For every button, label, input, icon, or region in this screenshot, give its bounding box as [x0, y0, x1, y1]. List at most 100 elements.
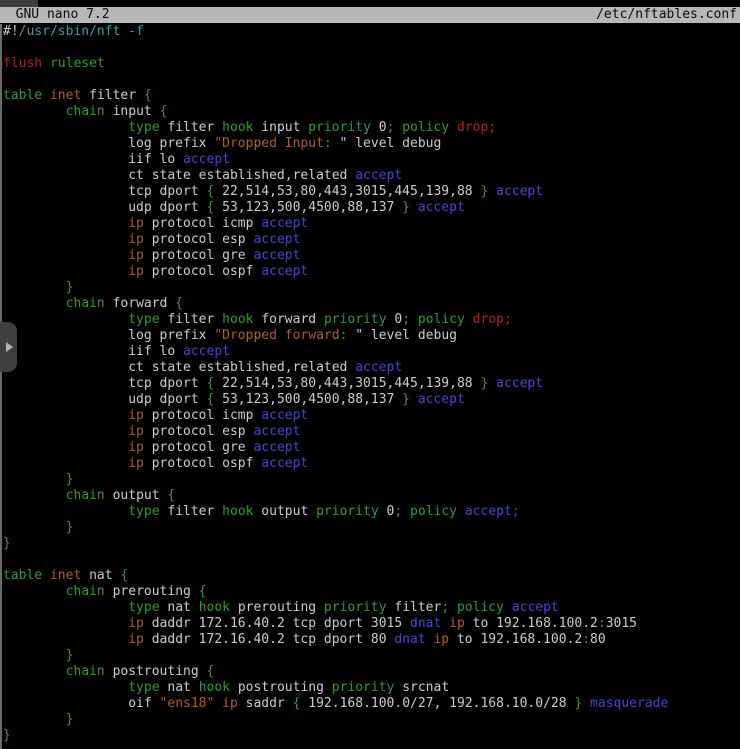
code-token [3, 472, 66, 487]
code-token [3, 616, 128, 631]
code-token: ip [128, 632, 144, 647]
code-line: type filter hook output priority 0; poli… [3, 504, 740, 520]
code-token: ip [128, 232, 144, 247]
code-token: output [105, 488, 168, 503]
code-line: oif "ens18" ip saddr { 192.168.100.0/27,… [3, 696, 740, 712]
code-token: protocol icmp [144, 408, 261, 423]
code-token: 53,123,500,4500,88,137 [214, 392, 402, 407]
code-token: 0 [379, 504, 395, 519]
code-token: masquerade [590, 696, 668, 711]
code-token: 80 [590, 632, 606, 647]
code-line: iif lo accept [3, 344, 740, 360]
code-token: log prefix [3, 136, 214, 151]
code-token [3, 248, 128, 263]
top-strip [0, 0, 740, 7]
code-token: type [128, 312, 159, 327]
code-token: : [598, 616, 606, 631]
code-line: } [3, 648, 740, 664]
code-line: } [3, 520, 740, 536]
code-token: } [66, 520, 74, 535]
code-token [3, 104, 66, 119]
code-line: ip protocol gre accept [3, 248, 740, 264]
code-token: } [66, 648, 74, 663]
code-line: ip protocol gre accept [3, 440, 740, 456]
code-token: filter [160, 312, 223, 327]
code-token [3, 280, 66, 295]
code-token: accept; [465, 504, 520, 519]
code-token: #! [3, 24, 19, 39]
code-token [488, 184, 496, 199]
code-token: table [3, 568, 42, 583]
code-token [410, 312, 418, 327]
chevron-right-icon [6, 342, 13, 352]
code-token: " [347, 328, 363, 343]
code-token [3, 424, 128, 439]
code-token: { [207, 664, 215, 679]
code-token: accept [261, 456, 308, 471]
code-token: iif lo [3, 152, 183, 167]
code-token: hook [199, 600, 230, 615]
code-token: type [128, 120, 159, 135]
code-token: accept [355, 168, 402, 183]
code-token [465, 312, 473, 327]
code-token: accept [496, 184, 543, 199]
code-token: daddr 172.16.40.2 tcp dport 80 [144, 632, 394, 647]
code-token: protocol icmp [144, 216, 261, 231]
code-token: ip [128, 424, 144, 439]
code-line: ip daddr 172.16.40.2 tcp dport 80 dnat i… [3, 632, 740, 648]
code-line: chain input { [3, 104, 740, 120]
code-token: policy [402, 120, 449, 135]
code-token: ip [128, 216, 144, 231]
code-token: udp dport [3, 392, 207, 407]
code-token: protocol gre [144, 440, 254, 455]
code-token [582, 696, 590, 711]
code-token: 0 [387, 312, 403, 327]
code-token: 22,514,53,80,443,3015,445,139,88 [214, 376, 480, 391]
code-token: input [105, 104, 160, 119]
code-line: #!/usr/sbin/nft -f [3, 24, 740, 40]
code-line [3, 72, 740, 88]
code-line: } [3, 472, 740, 488]
nano-titlebar: GNU nano 7.2 /etc/nftables.conf [0, 7, 740, 23]
code-token: 3015 [606, 616, 637, 631]
code-token: chain [66, 584, 105, 599]
code-token: } [402, 392, 410, 407]
code-token: postrouting [230, 680, 332, 695]
code-line [3, 40, 740, 56]
code-token: drop; [457, 120, 496, 135]
code-token: table [3, 88, 42, 103]
code-token: accept [261, 264, 308, 279]
code-token [3, 296, 66, 311]
code-token: daddr 172.16.40.2 tcp dport 3015 [144, 616, 410, 631]
side-panel-handle[interactable] [0, 322, 17, 372]
code-token: chain [66, 664, 105, 679]
code-token: ; [402, 312, 410, 327]
code-line: type filter hook input priority 0; polic… [3, 120, 740, 136]
code-line [3, 552, 740, 568]
code-token: type [128, 504, 159, 519]
code-token: prerouting [230, 600, 324, 615]
code-token: accept [183, 152, 230, 167]
code-token: { [199, 584, 207, 599]
code-token: "Dropped forward [214, 328, 339, 343]
code-token: accept [253, 248, 300, 263]
code-token: type [128, 600, 159, 615]
code-line: tcp dport { 22,514,53,80,443,3015,445,13… [3, 184, 740, 200]
code-token: { [175, 296, 183, 311]
code-token [3, 664, 66, 679]
code-token: tcp dport [3, 376, 207, 391]
editor[interactable]: #!/usr/sbin/nft -fflush rulesettable ine… [0, 24, 740, 749]
code-token: protocol esp [144, 424, 254, 439]
code-token [3, 216, 128, 231]
code-token: ip [128, 616, 144, 631]
code-token: dnat [410, 616, 441, 631]
code-token: accept [512, 600, 559, 615]
code-token: forward [105, 296, 175, 311]
code-token: hook [222, 120, 253, 135]
code-token [3, 584, 66, 599]
code-token: ip [128, 440, 144, 455]
code-token: inet [50, 568, 81, 583]
code-token: : [324, 136, 332, 151]
code-token: filter [160, 504, 223, 519]
code-token: } [66, 712, 74, 727]
